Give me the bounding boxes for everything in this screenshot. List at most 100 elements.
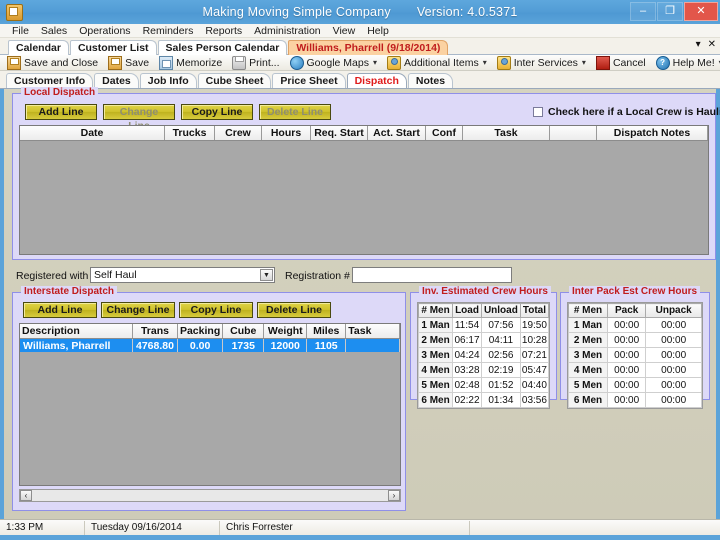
col-conf[interactable]: Conf (425, 126, 463, 141)
local-dispatch-empty-area[interactable] (20, 141, 708, 254)
tab-customer-info[interactable]: Customer Info (6, 73, 94, 88)
table-row: 5 Men 02:48 01:52 04:40 (417, 377, 550, 393)
col-spacer[interactable] (549, 126, 597, 141)
local-change-line-button[interactable]: Change Line (103, 104, 175, 132)
document-tab-bar: Calendar Customer List Sales Person Cale… (0, 38, 720, 55)
col-crew[interactable]: Crew (214, 126, 262, 141)
cell-men: 1 Man (417, 317, 454, 333)
tab-notes[interactable]: Notes (407, 73, 454, 88)
cell-men: 2 Men (417, 332, 454, 348)
additional-items-button[interactable]: Additional Items ▾ (384, 55, 490, 70)
pack-hours-title: Inter Pack Est Crew Hours (569, 286, 701, 297)
chevron-down-icon[interactable]: ▾ (483, 58, 487, 67)
inv-estimated-crew-hours-group: Inv. Estimated Crew Hours # Men Load Unl… (410, 286, 557, 409)
doc-tab-sales-person-calendar[interactable]: Sales Person Calendar (157, 40, 288, 55)
status-spacer (470, 521, 720, 535)
col-trucks[interactable]: Trucks (164, 126, 215, 141)
doc-tab-calendar[interactable]: Calendar (8, 40, 69, 55)
table-row: 2 Men 06:17 04:11 10:28 (417, 332, 550, 348)
cell-unload: 01:52 (480, 377, 521, 393)
col-task[interactable]: Task (462, 126, 550, 141)
col-date[interactable]: Date (20, 126, 165, 141)
col-req-start[interactable]: Req. Start (310, 126, 368, 141)
minimize-icon[interactable]: – (630, 2, 656, 21)
cancel-button[interactable]: Cancel (593, 55, 649, 70)
inv-hours-table-wrap: # Men Load Unload Total 1 Man 11:54 07:5… (417, 302, 550, 409)
table-row[interactable]: Williams, Pharrell 4768.80 0.00 1735 120… (20, 338, 400, 352)
chevron-down-icon[interactable]: ▼ (260, 269, 273, 281)
print-button[interactable]: Print... (229, 55, 282, 70)
menu-item-view[interactable]: View (327, 24, 362, 38)
table-row: 4 Men 03:28 02:19 05:47 (417, 362, 550, 378)
interstate-copy-line-button[interactable]: Copy Line (179, 302, 253, 318)
tab-job-info[interactable]: Job Info (139, 73, 197, 88)
menu-item-reports[interactable]: Reports (199, 24, 248, 38)
doc-tab-customer-list[interactable]: Customer List (69, 40, 157, 55)
tab-dispatch[interactable]: Dispatch (346, 73, 407, 88)
col-dispatch-notes[interactable]: Dispatch Notes (596, 126, 708, 141)
interstate-dispatch-empty-area[interactable] (20, 352, 400, 485)
table-row: 4 Men 00:00 00:00 (568, 362, 702, 378)
tab-cube-sheet[interactable]: Cube Sheet (197, 73, 272, 88)
menu-item-reminders[interactable]: Reminders (137, 24, 200, 38)
tab-list-dropdown-icon[interactable]: ▾ (696, 39, 701, 50)
memorize-button[interactable]: Memorize (156, 55, 225, 70)
cell-unpack: 00:00 (645, 392, 702, 408)
col-task[interactable]: Task (345, 324, 400, 339)
local-crew-hauling-checkbox[interactable] (533, 107, 543, 117)
scroll-right-icon[interactable]: › (388, 490, 400, 501)
local-add-line-button[interactable]: Add Line (25, 104, 97, 120)
local-copy-line-button[interactable]: Copy Line (181, 104, 253, 120)
col-description[interactable]: Description (20, 324, 133, 339)
menu-item-file[interactable]: File (6, 24, 35, 38)
chevron-down-icon[interactable]: ▾ (582, 58, 586, 67)
cell-men: 5 Men (568, 377, 608, 393)
registration-number-input[interactable] (352, 267, 512, 283)
menu-item-operations[interactable]: Operations (73, 24, 136, 38)
col-hours[interactable]: Hours (261, 126, 311, 141)
local-delete-line-button[interactable]: Delete Line (259, 104, 331, 120)
save-button[interactable]: Save (105, 55, 152, 70)
help-me-button[interactable]: ? Help Me! ▾ (653, 55, 720, 70)
col-cube[interactable]: Cube (222, 324, 265, 339)
col-weight[interactable]: Weight (263, 324, 308, 339)
cell-unpack: 00:00 (645, 362, 702, 378)
tab-dates[interactable]: Dates (94, 73, 139, 88)
doc-tab-customer-record[interactable]: Williams, Pharrell (9/18/2014) (288, 40, 449, 55)
inter-services-button[interactable]: Inter Services ▾ (494, 55, 589, 70)
col-packing[interactable]: Packing (177, 324, 224, 339)
interstate-delete-line-button[interactable]: Delete Line (257, 302, 331, 318)
col-act-start[interactable]: Act. Start (367, 126, 426, 141)
scroll-left-icon[interactable]: ‹ (20, 490, 32, 501)
save-label: Save (125, 56, 150, 69)
interstate-add-line-button[interactable]: Add Line (23, 302, 97, 318)
menu-item-sales[interactable]: Sales (35, 24, 73, 38)
cell-men: 6 Men (417, 392, 454, 408)
google-maps-label: Google Maps (306, 56, 369, 69)
cell-total: 19:50 (519, 317, 550, 333)
local-dispatch-title: Local Dispatch (21, 87, 99, 98)
cell-description: Williams, Pharrell (20, 338, 133, 352)
registered-with-select[interactable]: Self Haul ▼ (90, 267, 275, 283)
google-maps-button[interactable]: Google Maps ▾ (287, 55, 380, 70)
menu-item-administration[interactable]: Administration (248, 24, 327, 38)
close-icon[interactable]: ✕ (684, 2, 718, 21)
cell-cube: 1735 (222, 338, 265, 352)
chevron-down-icon[interactable]: ▾ (373, 58, 377, 67)
interstate-change-line-button[interactable]: Change Line (101, 302, 175, 318)
cell-load: 11:54 (452, 317, 482, 333)
interstate-horizontal-scrollbar[interactable]: ‹ › (19, 489, 401, 502)
tab-price-sheet[interactable]: Price Sheet (272, 73, 346, 88)
save-and-close-button[interactable]: Save and Close (4, 55, 101, 70)
col-miles[interactable]: Miles (306, 324, 347, 339)
local-dispatch-group: Local Dispatch Add Line Change Line Copy… (12, 87, 720, 260)
col-trans[interactable]: Trans (132, 324, 178, 339)
globe-icon (289, 55, 304, 70)
tab-close-icon[interactable]: ✕ (708, 39, 716, 50)
local-dispatch-grid[interactable]: Date Trucks Crew Hours Req. Start Act. S… (19, 125, 709, 255)
cell-unpack: 00:00 (645, 317, 702, 333)
cell-trans: 4768.80 (132, 338, 178, 352)
interstate-dispatch-grid[interactable]: Description Trans Packing Cube Weight Mi… (19, 323, 401, 486)
maximize-icon[interactable]: ❐ (657, 2, 683, 21)
menu-item-help[interactable]: Help (361, 24, 395, 38)
